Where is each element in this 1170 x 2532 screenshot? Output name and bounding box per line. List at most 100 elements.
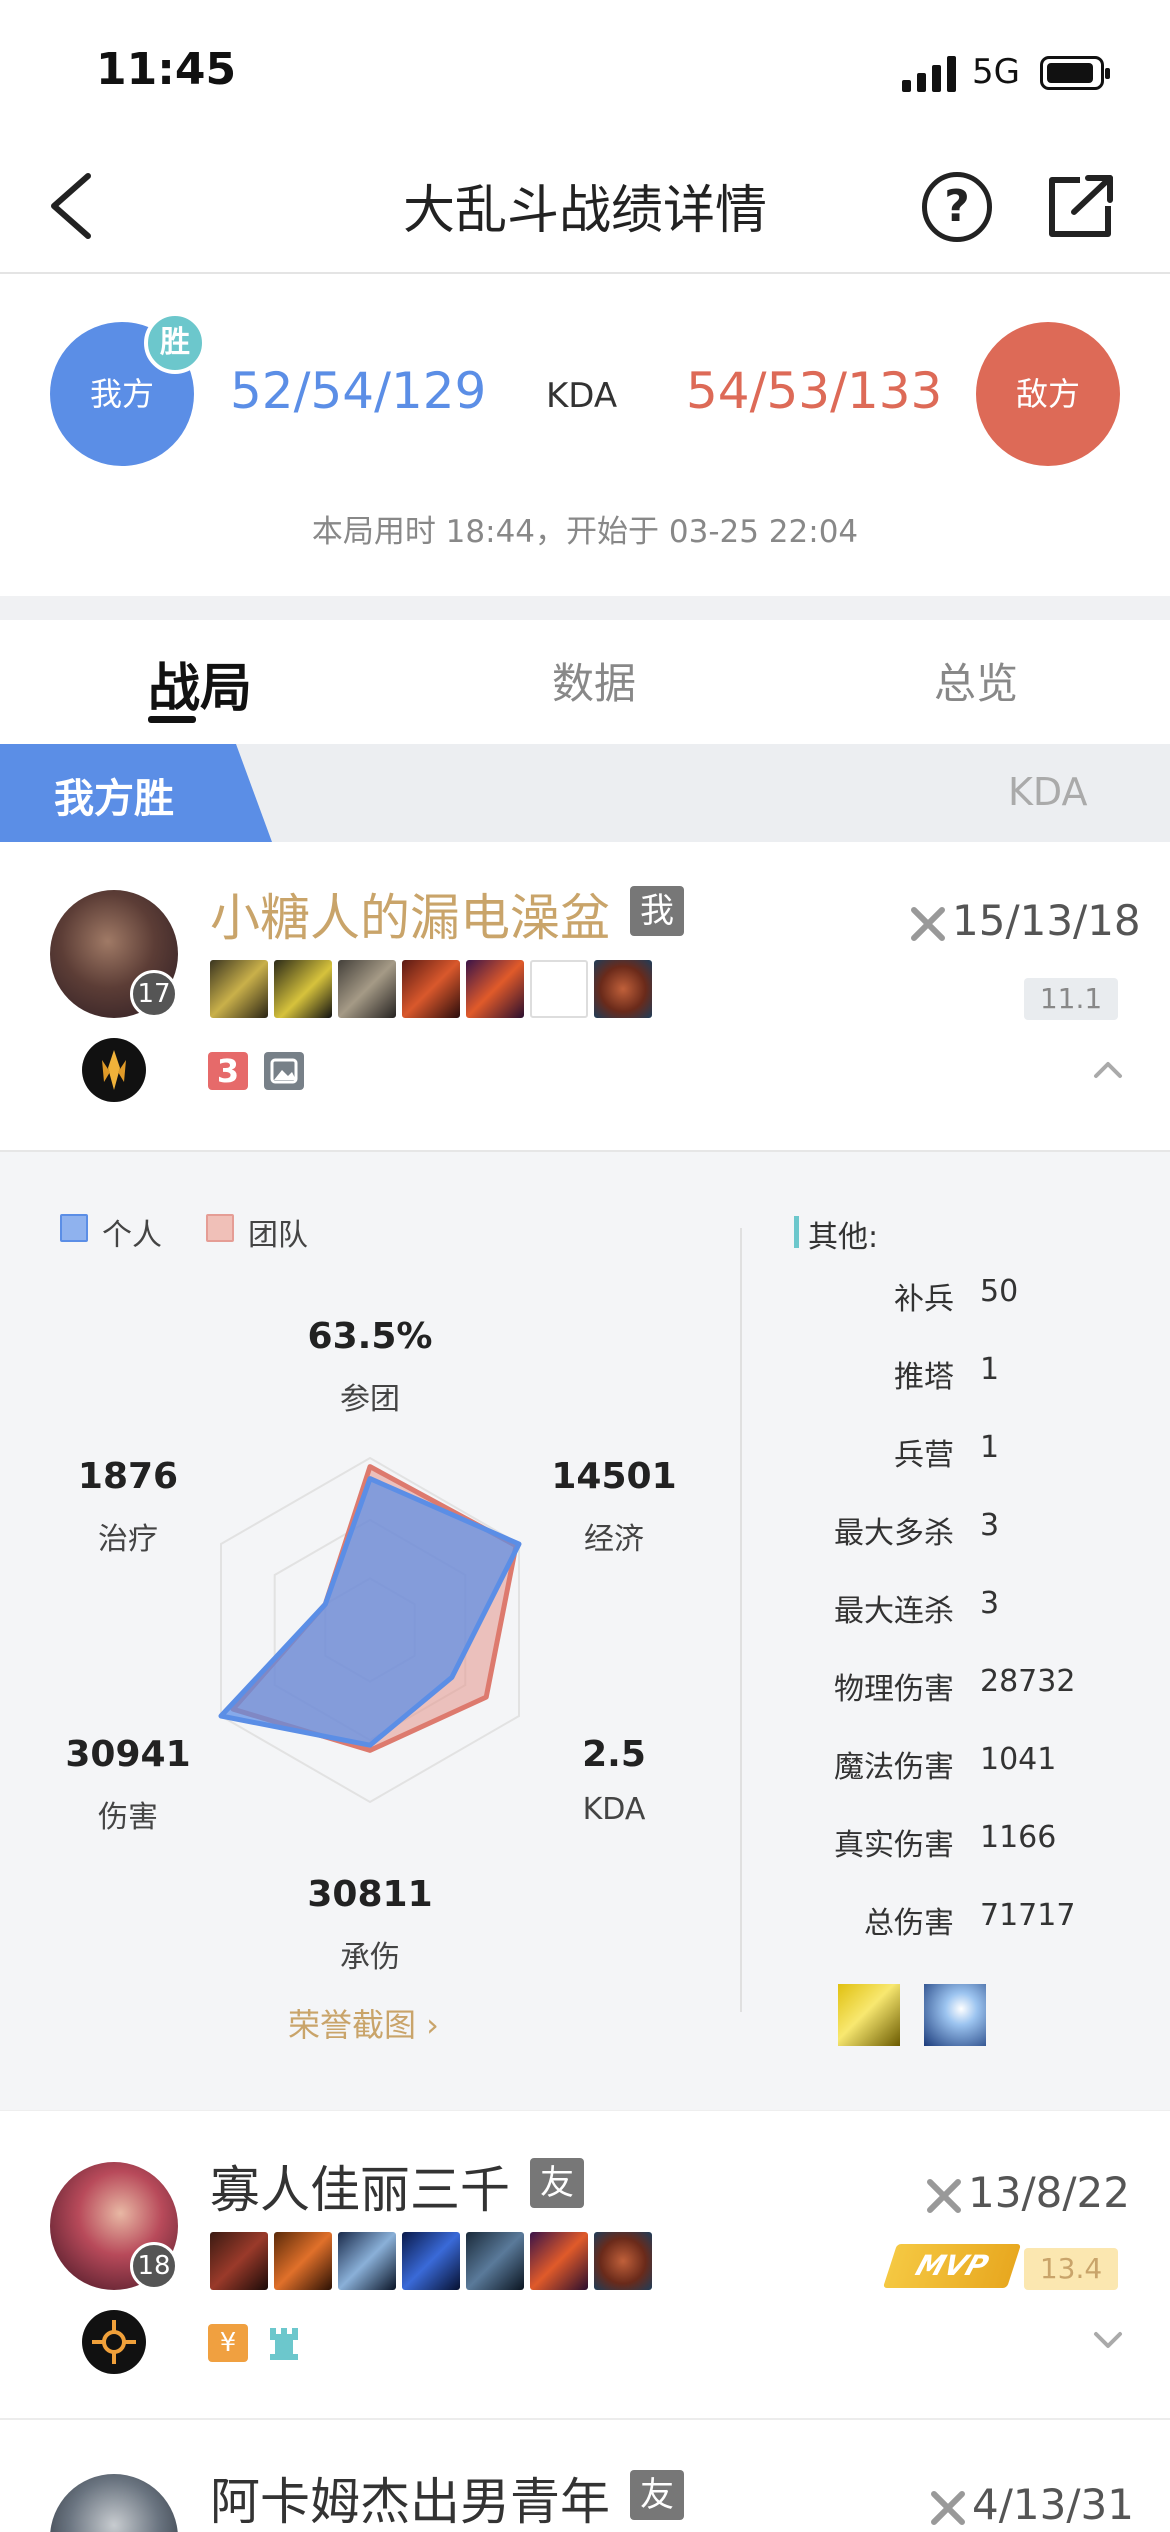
enemy-team-kda: 54/53/133: [686, 362, 943, 420]
tab-data[interactable]: 数据: [552, 650, 636, 711]
stat-label: 魔法伤害: [834, 1750, 954, 1785]
swords-icon: [911, 907, 945, 941]
stat-label: 物理伤害: [834, 1672, 954, 1707]
radar-chart: [218, 1456, 522, 1804]
win-badge: 胜: [144, 312, 206, 374]
help-icon[interactable]: ?: [922, 172, 992, 242]
kda-column-header: KDA: [1008, 770, 1088, 814]
player-name: 阿卡姆杰出男青年: [210, 2473, 610, 2531]
stat-label: 最大连杀: [834, 1594, 954, 1629]
item-icon: [210, 2232, 268, 2290]
radar-label-damage: 伤害: [98, 1800, 158, 1835]
rune-icon: [82, 1038, 146, 1102]
item-icon: [466, 2232, 524, 2290]
item-icon: [210, 960, 268, 1018]
network-type: 5G: [972, 52, 1020, 92]
image-badge-icon: [264, 1052, 304, 1090]
enemy-team-circle: 敌方: [976, 322, 1120, 466]
legend-personal-swatch: [60, 1214, 88, 1242]
share-icon[interactable]: [1046, 174, 1116, 240]
signal-icon: [902, 56, 956, 92]
player-name: 寡人佳丽三千: [210, 2161, 510, 2219]
player-score: 11.1: [1024, 978, 1118, 1020]
radar-label-healing: 治疗: [98, 1522, 158, 1557]
item-icon: [402, 2232, 460, 2290]
trinket-icon: [594, 960, 652, 1018]
stats-divider: [740, 1228, 742, 2012]
summoner-spell-snowball-icon: [924, 1984, 986, 2046]
empty-item-slot: [530, 960, 588, 1018]
item-icon: [402, 960, 460, 1018]
my-team-kda: 52/54/129: [230, 362, 487, 420]
mvp-badge: MVP: [882, 2244, 1022, 2288]
item-icon: [466, 960, 524, 1018]
hero-level: 18: [130, 2242, 178, 2290]
stat-value: 1041: [980, 1742, 1057, 1777]
friend-tag: 友: [630, 2470, 684, 2520]
page-title: 大乱斗战绩详情: [402, 181, 767, 241]
radar-label-economy: 经济: [584, 1522, 644, 1557]
gold-badge-icon: ¥: [208, 2324, 248, 2362]
kda-label: KDA: [546, 376, 618, 416]
item-icon: [338, 960, 396, 1018]
hero-avatar: [50, 2474, 178, 2532]
item-icon: [274, 2232, 332, 2290]
tab-active-indicator: [148, 716, 196, 723]
stat-label: 最大多杀: [834, 1516, 954, 1551]
other-accent-bar: [794, 1216, 799, 1248]
radar-value-healing: 1876: [77, 1456, 179, 1497]
self-tag: 我: [630, 886, 684, 936]
friend-tag: 友: [530, 2158, 584, 2208]
stat-value: 3: [980, 1586, 1000, 1621]
hero-level: 17: [130, 970, 178, 1018]
radar-value-kda: 2.5: [582, 1734, 646, 1775]
chevron-down-icon[interactable]: [1090, 2330, 1126, 2352]
summoner-spell-flash-icon: [838, 1984, 900, 2046]
rune-icon: [82, 2310, 146, 2374]
radar-value-economy: 14501: [551, 1456, 677, 1497]
stat-value: 71717: [980, 1898, 1076, 1933]
battery-icon: [1040, 56, 1110, 90]
player-kda: 4/13/31: [972, 2480, 1134, 2529]
stat-label: 总伤害: [864, 1906, 954, 1941]
stat-label: 推塔: [894, 1360, 954, 1395]
honor-screenshot-link[interactable]: 荣誉截图 ›: [288, 2000, 439, 2046]
radar-value-damage-taken: 30811: [307, 1874, 433, 1915]
radar-value-damage: 30941: [65, 1734, 191, 1775]
divider: [0, 2110, 1170, 2111]
stat-label: 真实伤害: [834, 1828, 954, 1863]
chevron-up-icon[interactable]: [1090, 1058, 1126, 1080]
section-gap: [0, 596, 1170, 620]
stat-label: 补兵: [894, 1282, 954, 1317]
stat-value: 1166: [980, 1820, 1057, 1855]
swords-icon: [931, 2491, 965, 2525]
stat-value: 28732: [980, 1664, 1076, 1699]
legend-team: 团队: [248, 1218, 308, 1253]
radar-label-participation: 参团: [340, 1382, 400, 1417]
player-name: 小糖人的漏电澡盆: [210, 889, 610, 947]
status-time: 11:45: [96, 44, 237, 95]
legend-team-swatch: [206, 1214, 234, 1242]
legend-personal: 个人: [102, 1218, 162, 1253]
radar-label-kda: KDA: [582, 1792, 646, 1827]
radar-value-participation: 63.5%: [307, 1316, 433, 1357]
other-title: 其他:: [808, 1220, 879, 1255]
player-kda: 15/13/18: [952, 896, 1141, 945]
item-icon: [530, 2232, 588, 2290]
tab-battle[interactable]: 战局: [148, 646, 252, 721]
swords-icon: [927, 2179, 961, 2213]
stat-label: 兵营: [894, 1438, 954, 1473]
nav-divider: [0, 272, 1170, 274]
multikill-badge: 3: [208, 1052, 248, 1090]
tab-overview[interactable]: 总览: [934, 650, 1018, 711]
item-icon: [338, 2232, 396, 2290]
stat-value: 1: [980, 1352, 1000, 1387]
stat-value: 3: [980, 1508, 1000, 1543]
item-icon: [274, 960, 332, 1018]
game-info: 本局用时 18:44，开始于 03-25 22:04: [311, 514, 859, 550]
trinket-icon: [594, 2232, 652, 2290]
player-kda: 13/8/22: [968, 2168, 1130, 2217]
stat-value: 50: [980, 1274, 1019, 1309]
radar-label-damage-taken: 承伤: [340, 1940, 400, 1975]
player-score: 13.4: [1024, 2248, 1118, 2290]
